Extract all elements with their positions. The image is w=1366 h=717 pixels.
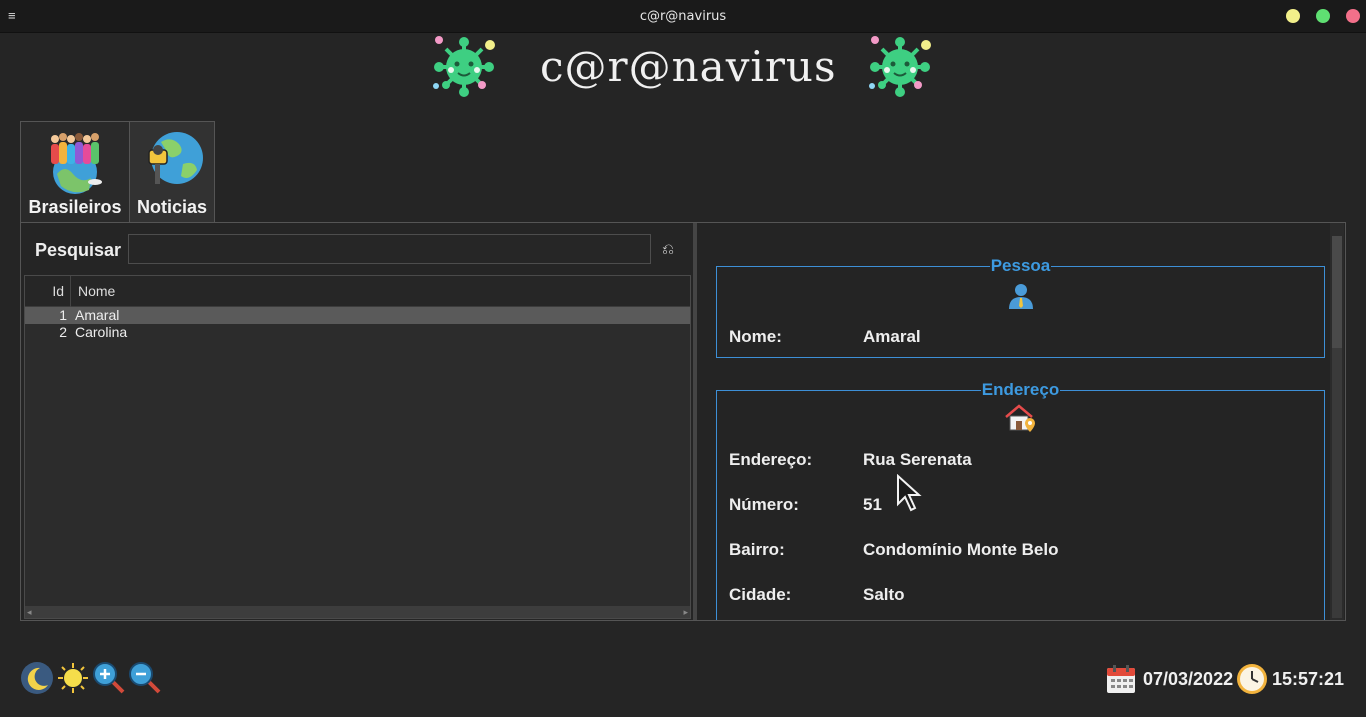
search-label: Pesquisar [35,240,122,260]
reset-search-icon[interactable]: ⎌ [662,241,674,258]
tab-label: Noticias [136,197,208,217]
tab-brasileiros[interactable]: Brasileiros [20,121,130,222]
scrollbar-thumb[interactable] [1332,236,1342,348]
window-title: c@r@navirus [639,9,727,24]
scrollbar-track[interactable] [1332,348,1342,618]
calendar-icon [1107,665,1135,693]
nome-value: Amaral [863,327,921,346]
group-title: Pessoa [989,256,1052,275]
app-title: c@r@navirus [540,42,837,91]
scroll-right-icon[interactable]: ▸ [683,606,688,618]
people-globe-icon [51,133,102,194]
bairro-label: Bairro: [729,540,785,559]
light-mode-icon[interactable] [56,661,90,695]
content-pane: Pesquisar ⎌ Id Nome 1 Amaral 2 Carolina … [20,222,1346,621]
title-bar: ≡ c@r@navirus [0,0,1366,33]
cidade-value: Salto [863,585,905,604]
minimize-button[interactable] [1286,9,1300,23]
list-panel: Pesquisar ⎌ Id Nome 1 Amaral 2 Carolina … [21,223,693,620]
zoom-in-icon[interactable] [92,661,126,695]
person-icon [1008,284,1033,309]
horizontal-scrollbar[interactable]: ◂ ▸ [25,606,690,618]
cell-nome: Carolina [75,324,128,340]
dark-mode-icon[interactable] [20,661,54,695]
cell-id: 2 [59,324,67,340]
column-header-nome[interactable]: Nome [78,276,115,307]
virus-icon [869,36,931,97]
tab-noticias[interactable]: Noticias [129,121,215,222]
endereco-group: Endereço Endereço: Rua Serenata Número: … [716,380,1325,620]
maximize-button[interactable] [1316,9,1330,23]
mouse-cursor-icon [897,474,922,512]
nome-label: Nome: [729,327,782,346]
cell-nome: Amaral [75,307,120,323]
vertical-scrollbar[interactable] [1330,223,1344,620]
numero-label: Número: [729,495,799,514]
cidade-label: Cidade: [729,585,792,604]
bairro-value: Condomínio Monte Belo [863,540,1059,559]
time-display: 15:57:21 [1272,669,1345,689]
table-header: Id Nome [25,276,690,307]
people-table: Id Nome 1 Amaral 2 Carolina ◂ ▸ [24,275,691,619]
zoom-out-icon[interactable] [128,661,162,695]
group-title: Endereço [980,380,1061,399]
cell-id: 1 [59,307,67,323]
details-panel: Pessoa Nome: Amaral Endereço Endereço: R… [697,223,1345,620]
table-row[interactable]: 2 Carolina [25,324,690,341]
endereco-label: Endereço: [729,450,813,469]
globe-microphone-icon [148,132,203,184]
close-button[interactable] [1346,9,1360,23]
house-location-icon [1004,404,1035,432]
column-header-id[interactable]: Id [25,276,71,307]
virus-icon [433,36,495,97]
app-window: ≡ c@r@navirus c@r@navirus Brasileiros No… [0,0,1366,717]
pessoa-group: Pessoa Nome: Amaral [716,256,1325,358]
search-input[interactable] [128,234,651,264]
date-display: 07/03/2022 [1143,669,1234,689]
scroll-left-icon[interactable]: ◂ [27,606,32,618]
tab-label: Brasileiros [28,197,122,217]
clock-icon [1237,664,1267,694]
table-row[interactable]: 1 Amaral [25,307,690,324]
numero-value: 51 [863,495,882,514]
endereco-value: Rua Serenata [863,450,972,469]
